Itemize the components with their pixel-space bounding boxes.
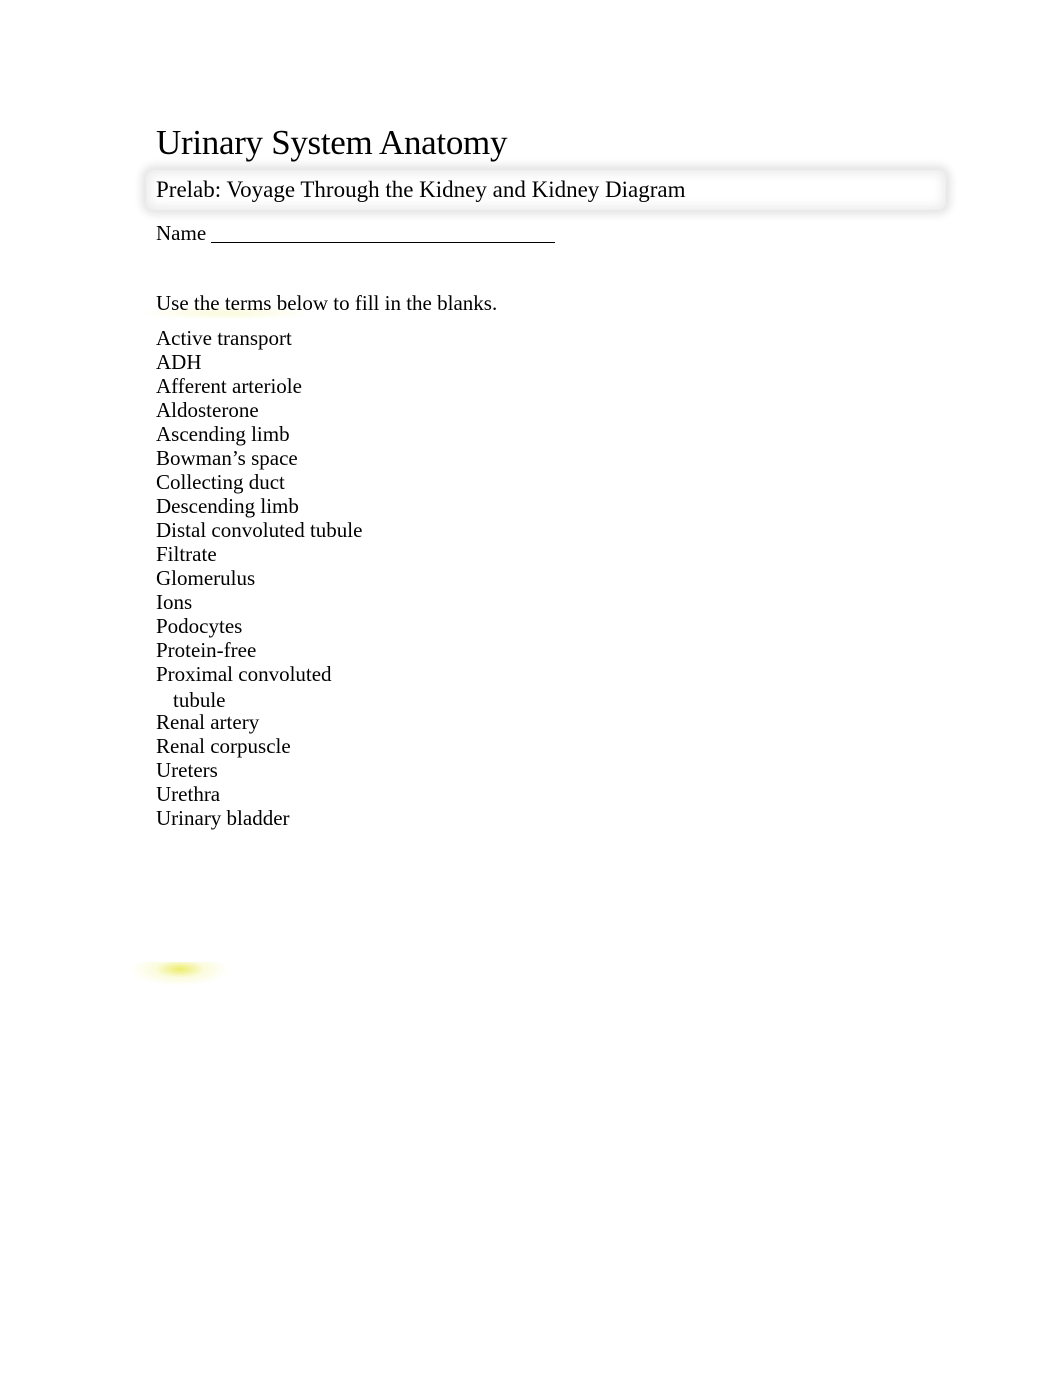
document-title: Urinary System Anatomy <box>156 123 508 162</box>
term-item: Urinary bladder <box>156 805 362 830</box>
document-subtitle: Prelab: Voyage Through the Kidney and Ki… <box>156 177 686 202</box>
highlight-mark <box>130 962 230 986</box>
instructions: Use the terms below to fill in the blank… <box>156 291 498 315</box>
term-text: Active transport <box>156 326 292 350</box>
term-item: Ascending limb <box>156 421 362 446</box>
term-item: Ions <box>156 589 362 614</box>
term-item: Protein-free <box>156 637 362 662</box>
term-item: Active transport <box>156 325 362 350</box>
name-label: Name <box>156 221 207 245</box>
name-blank-line[interactable] <box>211 222 556 243</box>
term-text: Glomerulus <box>156 566 256 590</box>
term-text: Renal artery <box>156 710 260 734</box>
term-text: Urethra <box>156 782 221 806</box>
term-item: ADH <box>156 349 362 374</box>
term-text: Ions <box>156 590 193 614</box>
term-text: Descending limb <box>156 494 299 518</box>
terms-list: Active transport ADH Afferent arteriole Ald… <box>156 325 363 830</box>
term-item: Proximal convoluted tubule <box>156 661 362 712</box>
term-item: Aldosterone <box>156 397 362 422</box>
term-text: Renal corpuscle <box>156 734 291 758</box>
term-item: Urethra <box>156 781 362 806</box>
term-item: Distal convoluted tubule <box>156 517 363 542</box>
term-text: Protein-free <box>156 638 257 662</box>
term-text: Distal convoluted tubule <box>156 518 363 542</box>
term-item: Filtrate <box>156 541 362 566</box>
term-item: Glomerulus <box>156 565 362 590</box>
term-item: Bowman’s space <box>156 445 362 470</box>
term-item: Ureters <box>156 757 362 782</box>
term-text: ADH <box>156 350 202 374</box>
term-text: Ascending limb <box>156 422 290 446</box>
term-text: Collecting duct <box>156 470 285 494</box>
term-text: Afferent arteriole <box>156 374 302 398</box>
term-text: Filtrate <box>156 542 217 566</box>
name-field: Name <box>156 220 556 246</box>
term-item: Renal artery <box>156 709 362 734</box>
term-item: Afferent arteriole <box>156 373 362 398</box>
term-text: Urinary bladder <box>156 806 290 830</box>
term-text: Proximal convoluted <box>156 662 332 686</box>
term-item: Descending limb <box>156 493 362 518</box>
term-item: Renal corpuscle <box>156 733 362 758</box>
term-item: Collecting duct <box>156 469 362 494</box>
term-text: Ureters <box>156 758 218 782</box>
term-text: Podocytes <box>156 614 243 638</box>
term-text: Bowman’s space <box>156 446 298 470</box>
document-page: Urinary System Anatomy Prelab: Voyage Th… <box>0 0 1062 1377</box>
term-item: Podocytes <box>156 613 362 638</box>
term-text: Aldosterone <box>156 398 259 422</box>
